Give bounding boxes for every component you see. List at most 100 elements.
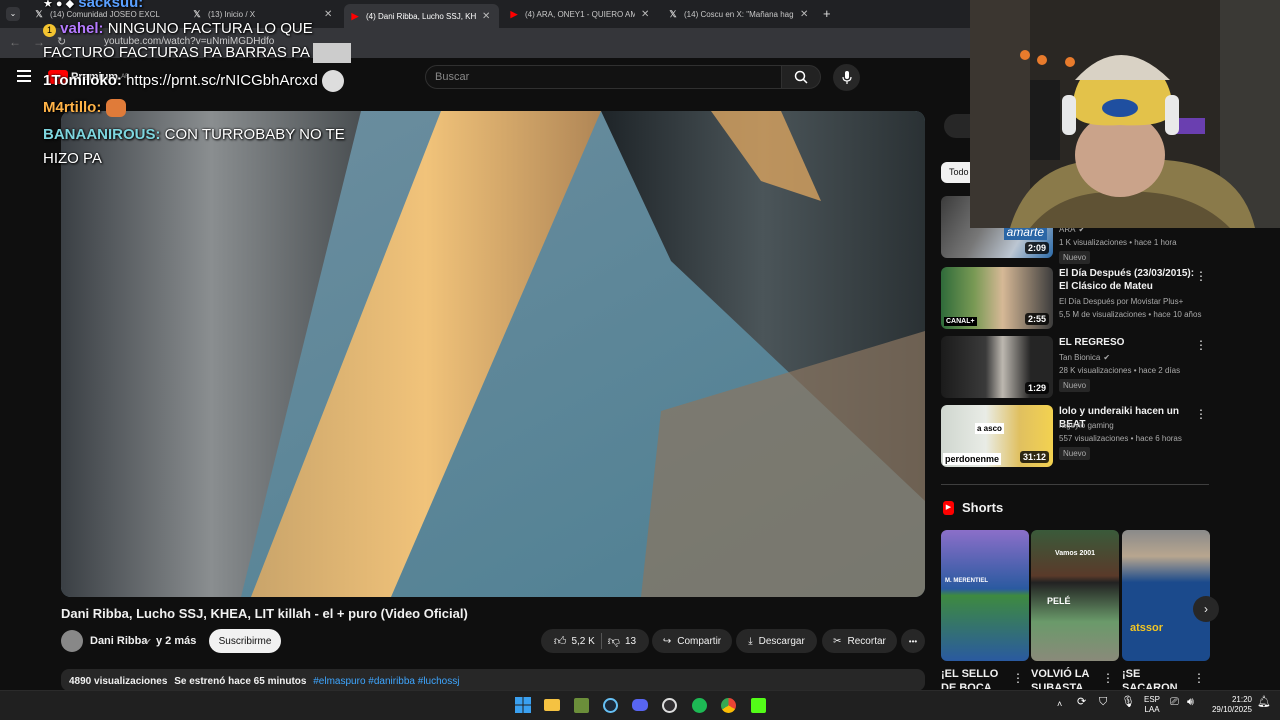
security-icon[interactable]: ⛉ [1099,697,1107,708]
more-vert-icon[interactable]: ⋮ [1193,671,1205,685]
thumbs-up-icon: 👍︎ [553,633,567,648]
chrome-icon[interactable] [719,696,737,714]
chat-text: CON TURROBABY NO TE [164,126,345,143]
back-icon[interactable]: ← [9,35,21,49]
close-icon[interactable]: ✕ [641,9,649,20]
sync-icon[interactable]: ⟳ [1077,697,1086,708]
short-video[interactable]: Vamos 2001 PELÉ [1031,530,1119,661]
video-player[interactable] [61,111,925,597]
chat-username: sacksuu: [78,0,144,11]
close-icon[interactable]: ✕ [324,9,332,20]
short-title[interactable]: ¡EL SELLO DE BOCA [941,667,1011,689]
short-video[interactable]: atssor [1122,530,1210,661]
short-video[interactable]: M. MERENTIEL [941,530,1029,661]
chat-text: HIZO PA [43,150,102,167]
webcam-overlay [970,0,1280,228]
short-title[interactable]: ¡SE SACARON [1122,667,1192,689]
sidebar-chip[interactable] [944,114,970,138]
download-button[interactable]: ⤓ Descargar [736,629,817,653]
channel-name[interactable]: Dani Ribba [90,635,147,647]
youtube-icon: ▶ [351,10,359,21]
menu-icon[interactable] [17,70,31,82]
language-indicator[interactable]: ESP LAA [1144,695,1160,715]
chat-username: M4rtillo: [43,99,102,116]
discord-icon[interactable] [631,696,649,714]
short-title[interactable]: VOLVIÓ LA SUBASTA [1031,667,1101,689]
kick-icon[interactable] [749,696,767,714]
chat-text: https://prnt.sc/rNICGbhArcxd [126,71,318,89]
video-title: Dani Ribba, Lucho SSJ, KHEA, LIT killah … [61,606,468,621]
video-thumbnail[interactable]: CANAL+ 2:55 [941,267,1053,329]
more-vert-icon[interactable]: ⋮ [1102,671,1114,685]
chat-message: HIZO PA [43,150,102,167]
x-icon: 𝕏 [193,8,201,19]
hashtags[interactable]: #elmaspuro #daniribba #luchossj [313,676,459,687]
volume-icon[interactable]: 🔊︎ [1187,697,1194,708]
like-button[interactable]: 👍︎ 5,2 K [554,634,595,649]
microphone-icon[interactable]: 🎙︎ [1121,697,1135,708]
chip-all[interactable]: Todo [941,162,970,183]
search-button[interactable] [781,65,821,89]
shorts-icon: ▶ [943,500,954,515]
more-vert-icon[interactable]: ⋮ [1195,269,1207,283]
steam-icon[interactable] [601,696,619,714]
chat-message: BANAANIROUS: CON TURROBABY NO TE [43,126,345,143]
chat-message: 1 vahel: NINGUNO FACTURA LO QUE [43,20,313,37]
chat-message: ★ ● ◆ sacksuu: [43,0,143,11]
channel-collaborators[interactable]: y 2 más [156,635,196,647]
emote-icon [313,43,352,63]
close-icon[interactable]: ✕ [482,11,490,22]
more-vert-icon[interactable]: ⋮ [1195,338,1207,352]
tab-dani-ribba[interactable]: ▶ (4) Dani Ribba, Lucho SSJ, KHEA ✕ [344,4,499,28]
sidebar-video[interactable]: CANAL+ 2:55 El Día Después (23/03/2015):… [941,267,1211,329]
search-input[interactable]: Buscar [425,65,782,89]
video-frame [61,111,925,597]
subscribe-button[interactable]: Suscribirme [209,629,281,653]
windows-start-icon[interactable] [514,696,532,714]
share-button[interactable]: ↪ Compartir [652,629,732,653]
shorts-heading: ▶ Shorts [943,500,1003,515]
more-vert-icon[interactable]: ⋮ [1012,671,1024,685]
tab-ara-oney1[interactable]: ▶ (4) ARA, ONEY1 - QUIERO AMA ✕ [503,4,658,24]
tab-coscu[interactable]: 𝕏 (14) Coscu en X: "Mañana hago ✕ [662,4,817,24]
chat-username: 1Tomiloko: [43,71,122,89]
chat-badge-icon: 1 [43,24,56,37]
minecraft-icon[interactable] [572,696,590,714]
new-tab-button[interactable]: + [823,6,831,21]
description-box[interactable]: 4890 visualizaciones Se estrenó hace 65 … [61,669,925,691]
sidebar-video[interactable]: 1:29 EL REGRESO ⋮ Tan Bionica ✔ 28 K visu… [941,336,1211,398]
channel-avatar[interactable] [61,630,83,652]
chat-message: FACTURO FACTURAS PA BARRAS PA [43,43,352,63]
clip-button[interactable]: ✂ Recortar [822,629,897,653]
webcam-feed [970,0,1280,228]
tab-search-button[interactable]: ⌄ [6,7,20,21]
clock[interactable]: 21:20 29/10/2025 [1208,695,1252,715]
voice-search-button[interactable] [833,64,860,91]
divider [600,633,602,649]
chevron-right-icon[interactable]: › [1193,596,1219,622]
more-vert-icon[interactable]: ⋮ [1195,407,1207,421]
dislike-button[interactable]: 👎︎ 13 [608,634,636,649]
chat-username: vahel: [60,20,104,37]
video-thumbnail[interactable]: a asco perdonenme 31:12 [941,405,1053,467]
more-actions-button[interactable]: ••• [901,629,925,653]
verified-icon: ✔ [1103,353,1111,362]
youtube-icon: ▶ [510,8,518,19]
video-thumbnail[interactable]: 1:29 [941,336,1053,398]
chat-username: BANAANIROUS: [43,126,161,143]
file-explorer-icon[interactable] [543,696,561,714]
share-icon: ↪ [662,635,672,647]
verified-icon: ✔ [145,637,152,646]
chat-text: NINGUNO FACTURA LO QUE [107,20,313,37]
close-icon[interactable]: ✕ [800,9,808,20]
notification-icon[interactable]: 🔔︎ [1257,697,1271,708]
like-dislike-group: 👍︎ 5,2 K 👎︎ 13 [541,629,649,653]
search-icon [794,70,808,84]
sidebar-video[interactable]: a asco perdonenme 31:12 lolo y underaiki… [941,405,1211,467]
obs-icon[interactable] [660,696,678,714]
premiere-time: Se estrenó hace 65 minutos [174,676,307,687]
network-icon[interactable]: ⎚ [1170,697,1179,708]
chevron-up-icon[interactable]: ˄ [1057,699,1062,709]
spotify-icon[interactable] [690,696,708,714]
chat-text: FACTURO FACTURAS PA BARRAS PA [43,43,310,61]
